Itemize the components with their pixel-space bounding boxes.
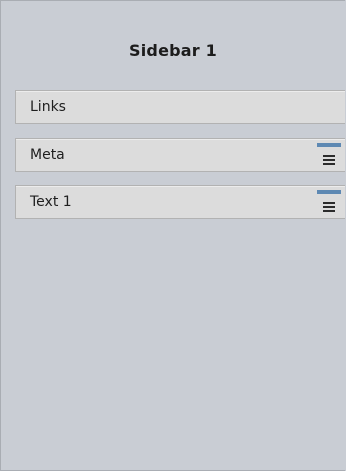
widget-links[interactable]: Links <box>15 90 345 124</box>
hamburger-icon[interactable] <box>317 143 341 169</box>
widget-text-1[interactable]: Text 1 <box>15 185 345 219</box>
widget-meta[interactable]: Meta <box>15 138 345 172</box>
sidebar-title: Sidebar 1 <box>129 41 217 60</box>
widget-label: Text 1 <box>30 194 72 210</box>
widget-label: Meta <box>30 147 65 163</box>
accent-bar <box>317 143 341 147</box>
sidebar-panel: Sidebar 1 Links Meta Text 1 <box>0 0 345 471</box>
widget-label: Links <box>30 99 66 115</box>
hamburger-icon[interactable] <box>317 190 341 216</box>
accent-bar <box>317 190 341 194</box>
